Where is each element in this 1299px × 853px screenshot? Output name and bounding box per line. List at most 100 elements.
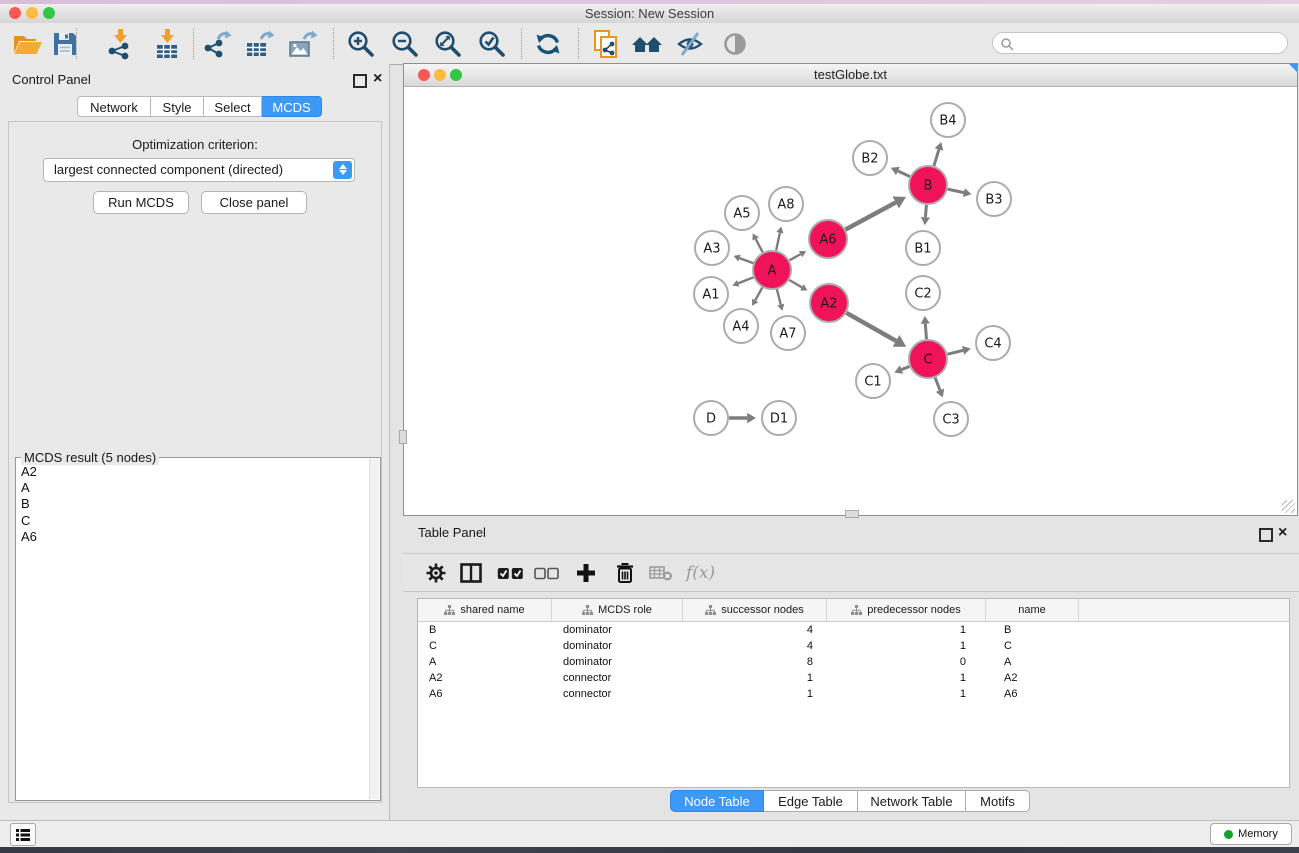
result-item[interactable]: A (21, 480, 366, 496)
tab-motifs[interactable]: Motifs (966, 790, 1030, 812)
graph-node-D[interactable]: D (694, 401, 728, 435)
graph-edge-A-A7[interactable] (777, 289, 781, 304)
graph-edge-A-A2[interactable] (789, 280, 802, 287)
float-panel-icon[interactable] (353, 74, 367, 88)
tab-edge-table[interactable]: Edge Table (764, 790, 858, 812)
result-item[interactable]: B (21, 496, 366, 512)
table-cell[interactable]: A6 (986, 686, 1079, 702)
close-panel-button[interactable]: Close panel (201, 191, 307, 214)
graph-node-A7[interactable]: A7 (771, 316, 805, 350)
table-cell[interactable]: 1 (683, 686, 827, 702)
search-input[interactable] (992, 32, 1288, 54)
export-image-icon[interactable] (286, 28, 320, 60)
zoom-selected-icon[interactable] (475, 28, 509, 60)
table-row[interactable]: Bdominator41B (418, 622, 1289, 638)
graph-edge-A-A3[interactable] (739, 258, 753, 263)
table-cell[interactable]: 1 (827, 638, 986, 654)
graph-edge-C-C3[interactable] (935, 378, 940, 391)
graph-node-A5[interactable]: A5 (725, 196, 759, 230)
column-header-predecessor-nodes[interactable]: predecessor nodes (827, 599, 986, 621)
graph-node-B4[interactable]: B4 (931, 103, 965, 137)
graph-node-A2[interactable]: A2 (810, 284, 848, 322)
graph-edge-A-A4[interactable] (755, 287, 762, 300)
close-panel-icon[interactable]: × (1278, 526, 1287, 540)
table-cell[interactable]: 4 (683, 638, 827, 654)
table-cell[interactable]: C (986, 638, 1079, 654)
graph-edge-B-B4[interactable] (934, 149, 939, 165)
clone-network-icon[interactable] (589, 28, 623, 60)
table-cell[interactable]: B (986, 622, 1079, 638)
graph-node-A8[interactable]: A8 (769, 187, 803, 221)
column-header-shared-name[interactable]: shared name (418, 599, 552, 621)
graph-edge-A2-C[interactable] (846, 313, 896, 341)
graph-node-C4[interactable]: C4 (976, 326, 1010, 360)
memory-button[interactable]: Memory (1210, 823, 1292, 845)
table-cell[interactable]: connector (552, 670, 683, 686)
graph-node-B1[interactable]: B1 (906, 231, 940, 265)
network-canvas[interactable]: AA1A2A3A4A5A6A7A8BB1B2B3B4CC1C2C3C4DD1 (404, 87, 1297, 515)
graph-edge-B-B3[interactable] (948, 189, 964, 192)
table-cell[interactable]: A (986, 654, 1079, 670)
graph-node-A4[interactable]: A4 (724, 309, 758, 343)
table-row[interactable]: A2connector11A2 (418, 670, 1289, 686)
graph-node-B2[interactable]: B2 (853, 141, 887, 175)
table-row[interactable]: Adominator80A (418, 654, 1289, 670)
import-network-icon[interactable] (103, 28, 137, 60)
table-cell[interactable]: C (418, 638, 552, 654)
column-header-name[interactable]: name (986, 599, 1079, 621)
graph-node-C3[interactable]: C3 (934, 402, 968, 436)
column-header-successor-nodes[interactable]: successor nodes (683, 599, 827, 621)
import-table-icon[interactable] (150, 28, 184, 60)
table-cell[interactable]: B (418, 622, 552, 638)
tab-mcds[interactable]: MCDS (262, 96, 322, 117)
split-panel-icon[interactable] (460, 562, 482, 584)
graph-node-B[interactable]: B (909, 166, 947, 204)
zoom-fit-icon[interactable] (431, 28, 465, 60)
result-scrollbar[interactable] (369, 459, 379, 799)
unselect-all-icon[interactable] (534, 562, 559, 584)
home-icon[interactable] (630, 28, 664, 60)
graph-node-A[interactable]: A (753, 251, 791, 289)
run-mcds-button[interactable]: Run MCDS (93, 191, 189, 214)
zoom-out-icon[interactable] (388, 28, 422, 60)
result-item[interactable]: A2 (21, 464, 366, 480)
graph-edge-A-A8[interactable] (776, 233, 780, 251)
add-column-icon[interactable] (576, 562, 596, 584)
task-history-button[interactable] (10, 823, 36, 846)
graph-edge-A-A5[interactable] (756, 239, 763, 252)
tab-network-table[interactable]: Network Table (858, 790, 966, 812)
table-cell[interactable]: dominator (552, 654, 683, 670)
hide-details-icon[interactable] (673, 28, 707, 60)
graph-edge-B-B2[interactable] (898, 171, 910, 177)
gear-icon[interactable] (425, 562, 447, 584)
zoom-in-icon[interactable] (344, 28, 378, 60)
result-item[interactable]: C (21, 513, 366, 529)
export-table-icon[interactable] (243, 28, 277, 60)
graph-edge-A-A6[interactable] (789, 254, 800, 260)
graph-node-A3[interactable]: A3 (695, 231, 729, 265)
open-session-icon[interactable] (11, 28, 45, 60)
splitter-handle-bottom[interactable] (845, 510, 859, 518)
tab-network[interactable]: Network (77, 96, 151, 117)
table-cell[interactable]: 1 (827, 686, 986, 702)
tab-style[interactable]: Style (151, 96, 204, 117)
graph-node-A6[interactable]: A6 (809, 220, 847, 258)
table-row[interactable]: Cdominator41C (418, 638, 1289, 654)
graph-edge-C-C2[interactable] (925, 324, 926, 339)
graph-node-C[interactable]: C (909, 340, 947, 378)
tab-node-table[interactable]: Node Table (670, 790, 764, 812)
table-cell[interactable]: 1 (683, 670, 827, 686)
table-cell[interactable]: dominator (552, 622, 683, 638)
graph-node-C1[interactable]: C1 (856, 364, 890, 398)
graph-edge-A-A1[interactable] (738, 277, 753, 283)
table-cell[interactable]: 0 (827, 654, 986, 670)
table-cell[interactable]: 8 (683, 654, 827, 670)
table-cell[interactable]: A6 (418, 686, 552, 702)
refresh-icon[interactable] (531, 28, 565, 60)
select-all-icon[interactable] (497, 562, 524, 584)
delete-column-icon[interactable] (615, 562, 635, 584)
tab-select[interactable]: Select (204, 96, 262, 117)
table-cell[interactable]: A2 (986, 670, 1079, 686)
splitter-handle-left[interactable] (399, 430, 407, 444)
graph-node-B3[interactable]: B3 (977, 182, 1011, 216)
